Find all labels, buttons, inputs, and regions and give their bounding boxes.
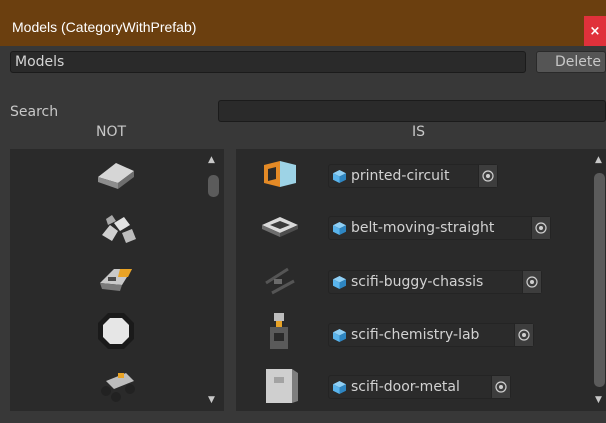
is-list-item-label: scifi-door-metal	[351, 379, 460, 395]
close-icon: ×	[589, 23, 601, 39]
object-picker-button[interactable]	[531, 217, 550, 239]
is-list-item[interactable]: scifi-door-metal	[328, 375, 511, 399]
is-list-item[interactable]: belt-moving-straight	[328, 216, 551, 240]
target-icon	[482, 170, 494, 182]
prefab-cube-icon	[333, 328, 346, 342]
prefab-cube-icon	[333, 221, 346, 235]
target-icon	[518, 329, 530, 341]
object-picker-button[interactable]	[514, 324, 533, 346]
scifi-craft-model-icon	[100, 269, 132, 291]
target-icon	[535, 222, 547, 234]
target-icon	[495, 381, 507, 393]
object-picker-button[interactable]	[491, 376, 510, 398]
search-input[interactable]	[218, 100, 606, 122]
is-list-item-label: scifi-buggy-chassis	[351, 274, 484, 290]
scroll-down-arrow[interactable]: ▼	[595, 395, 602, 405]
is-list-thumbnail	[258, 153, 302, 197]
scroll-down-arrow[interactable]: ▼	[208, 395, 215, 405]
target-icon	[526, 276, 538, 288]
scifi-door-metal-model-icon	[266, 369, 298, 403]
prefab-cube-icon	[333, 380, 346, 394]
object-picker-button[interactable]	[522, 271, 541, 293]
scifi-buggy-chassis-model-icon	[264, 267, 296, 295]
belt-moving-straight-model-icon	[262, 217, 298, 237]
close-button[interactable]: ×	[584, 16, 606, 46]
rock-cluster-model-icon	[102, 215, 136, 243]
is-list[interactable]: printed-circuit belt-moving-straight sci…	[236, 149, 606, 411]
scroll-up-arrow[interactable]: ▲	[595, 155, 602, 165]
is-list-item[interactable]: scifi-buggy-chassis	[328, 270, 542, 294]
buggy-model-icon	[101, 373, 135, 402]
not-list-item[interactable]	[96, 361, 140, 405]
not-list-item[interactable]	[94, 309, 138, 353]
gray-ramp-model-icon	[98, 163, 134, 189]
octagon-ring-model-icon	[98, 313, 134, 349]
is-list-thumbnail	[258, 205, 302, 249]
scroll-up-arrow[interactable]: ▲	[208, 155, 215, 165]
not-list[interactable]: ▲ ▼	[10, 149, 224, 411]
is-list-item-label: belt-moving-straight	[351, 220, 495, 236]
is-list-item-label: scifi-chemistry-lab	[351, 327, 480, 343]
delete-button[interactable]: Delete	[536, 51, 606, 73]
is-list-thumbnail	[258, 257, 302, 301]
is-list-item[interactable]: printed-circuit	[328, 164, 498, 188]
prefab-cube-icon	[333, 169, 346, 183]
is-list-scrollbar-thumb[interactable]	[594, 173, 605, 387]
is-column-header: IS	[412, 124, 426, 140]
window-title-bar[interactable]: Models (CategoryWithPrefab) ×	[0, 0, 606, 46]
not-list-item[interactable]	[94, 153, 138, 197]
object-picker-button[interactable]	[478, 165, 497, 187]
is-list-item[interactable]: scifi-chemistry-lab	[328, 323, 534, 347]
window-title: Models (CategoryWithPrefab)	[12, 19, 197, 35]
not-column-header: NOT	[96, 124, 127, 140]
prefab-cube-icon	[333, 275, 346, 289]
printed-circuit-model-icon	[264, 161, 296, 187]
not-list-item[interactable]	[94, 255, 138, 299]
search-label: Search	[10, 104, 59, 120]
is-list-thumbnail	[258, 309, 302, 353]
not-list-scrollbar-thumb[interactable]	[208, 175, 219, 197]
not-list-item[interactable]	[96, 205, 140, 249]
scifi-chemistry-lab-model-icon	[270, 313, 288, 349]
is-list-item-label: printed-circuit	[351, 168, 450, 184]
is-list-thumbnail	[258, 363, 302, 407]
category-name-field[interactable]: Models	[10, 51, 526, 73]
